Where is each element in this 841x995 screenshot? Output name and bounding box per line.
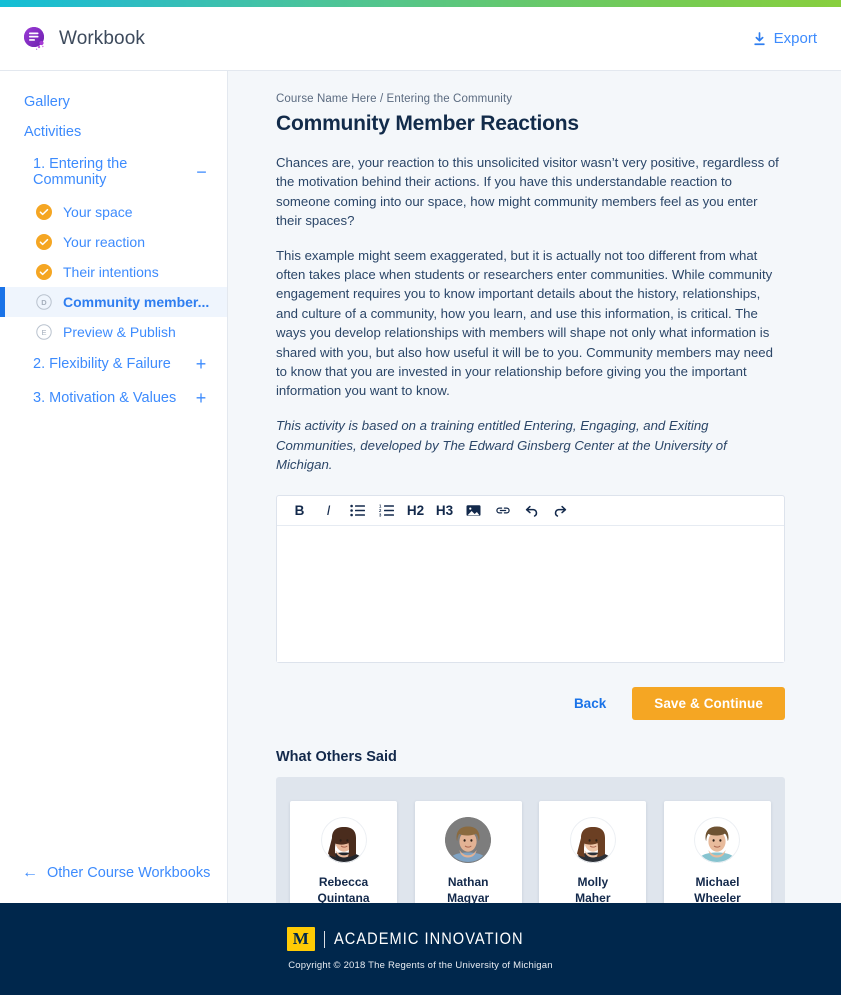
person-card[interactable]: MollyMaherUSA [539, 801, 647, 903]
action-row: Back Save & Continue [276, 687, 785, 721]
person-card[interactable]: RebeccaQuintanaUSA [290, 801, 397, 903]
sidebar-item-label: Their intentions [63, 264, 159, 280]
rich-text-editor: B I 1 2 3 H2 H3 [276, 495, 785, 664]
sidebar-item-your-reaction[interactable]: Your reaction [0, 227, 227, 257]
save-and-continue-button[interactable]: Save & Continue [632, 687, 785, 721]
person-name: Rebecca Quintana [317, 875, 370, 903]
sidebar-item-label: Preview & Publish [63, 324, 176, 340]
sidebar-item-label: Your reaction [63, 234, 145, 250]
sidebar-group-1[interactable]: 1. Entering the Community − [0, 147, 227, 197]
app-footer: M ACADEMIC INNOVATION Copyright © 2018 T… [0, 903, 841, 995]
avatar [694, 817, 741, 864]
sidebar: Gallery Activities 1. Entering the Commu… [0, 71, 228, 903]
svg-text:3: 3 [379, 513, 382, 517]
sidebar-item-activities[interactable]: Activities [0, 117, 227, 147]
avatar [445, 817, 492, 864]
sidebar-item-label: Community member... [63, 294, 210, 310]
person-name: Molly Maher [575, 875, 611, 903]
page-title: Community Member Reactions [276, 112, 579, 135]
letter-circle-icon: D [36, 294, 52, 310]
editor-toolbar: B I 1 2 3 H2 H3 [277, 496, 784, 527]
check-circle-icon [36, 264, 52, 280]
sidebar-item-preview-publish[interactable]: E Preview & Publish [0, 317, 227, 347]
plus-icon[interactable]: + [193, 389, 209, 407]
svg-text:E: E [41, 328, 46, 337]
minus-icon[interactable]: − [194, 163, 209, 181]
heading-3-icon[interactable]: H3 [430, 498, 459, 524]
italic-icon[interactable]: I [314, 498, 343, 524]
other-course-workbooks-link[interactable]: ← Other Course Workbooks [0, 855, 227, 903]
sidebar-group-label: 3. Motivation & Values [33, 390, 177, 406]
plus-icon[interactable]: + [193, 355, 209, 373]
top-gradient-bar [0, 0, 841, 7]
link-icon[interactable] [488, 498, 517, 524]
body-paragraph-3-attribution: This activity is based on a training ent… [276, 417, 727, 473]
svg-text:D: D [41, 298, 47, 307]
export-label: Export [773, 30, 817, 47]
bold-icon[interactable]: B [285, 498, 314, 524]
app-header: Workbook Export [0, 7, 841, 71]
letter-circle-icon: E [36, 324, 52, 340]
sidebar-group-3[interactable]: 3. Motivation & Values + [0, 381, 227, 415]
copyright-text: Copyright © 2018 The Regents of the Univ… [288, 960, 553, 971]
sidebar-group-2[interactable]: 2. Flexibility & Failure + [0, 347, 227, 381]
brand[interactable]: Workbook [22, 26, 145, 52]
arrow-left-icon: ← [22, 864, 38, 881]
avatar [569, 817, 616, 864]
check-circle-icon [36, 204, 52, 220]
main-content: Course Name Here / Entering the Communit… [228, 71, 841, 903]
what-others-said-panel: RebeccaQuintanaUSANathanMagyarUSAMollyMa… [276, 777, 785, 903]
umich-block-m-icon: M [286, 927, 315, 951]
what-others-said-heading: What Others Said [276, 749, 397, 766]
sidebar-item-label: Your space [63, 204, 133, 220]
check-circle-icon [36, 234, 52, 250]
breadcrumb: Course Name Here / Entering the Communit… [276, 93, 513, 105]
person-card-list: RebeccaQuintanaUSANathanMagyarUSAMollyMa… [290, 801, 771, 903]
back-button[interactable]: Back [568, 692, 612, 715]
header-actions: Export [753, 30, 817, 47]
download-icon [753, 31, 766, 46]
sidebar-item-community-member[interactable]: D Community member... [0, 287, 227, 317]
bullet-list-icon[interactable] [343, 498, 372, 524]
body-paragraph-1: Chances are, your reaction to this unsol… [276, 155, 779, 229]
response-textarea[interactable] [277, 526, 784, 663]
sidebar-item-their-intentions[interactable]: Their intentions [0, 257, 227, 287]
app-root: Workbook Export Gallery Activities 1. En… [0, 0, 841, 995]
avatar [320, 817, 367, 864]
numbered-list-icon[interactable]: 123 [372, 498, 401, 524]
other-course-workbooks-label: Other Course Workbooks [47, 865, 211, 881]
sidebar-group-label: 1. Entering the Community [33, 156, 128, 188]
workbook-bubble-logo-icon [22, 26, 48, 52]
redo-icon[interactable] [546, 498, 575, 524]
sidebar-group-label: 2. Flexibility & Failure [33, 356, 171, 372]
person-name: Nathan Magyar [447, 875, 490, 903]
brand-title: Workbook [59, 27, 145, 49]
undo-icon[interactable] [517, 498, 546, 524]
sidebar-item-your-space[interactable]: Your space [0, 197, 227, 227]
person-card[interactable]: MichaelWheelerUSA [663, 801, 771, 903]
image-icon[interactable] [459, 498, 488, 524]
sidebar-item-gallery[interactable]: Gallery [0, 87, 227, 117]
sidebar-groups: 1. Entering the Community − Your space Your… [0, 147, 227, 415]
person-name: Michael Wheeler [694, 875, 741, 903]
body-paragraph-2: This example might seem exaggerated, but… [276, 247, 773, 399]
academic-innovation-label: ACADEMIC INNOVATION [333, 929, 524, 948]
umich-academic-innovation-logo: M ACADEMIC INNOVATION [286, 927, 555, 951]
body: Gallery Activities 1. Entering the Commu… [0, 71, 841, 903]
export-button[interactable]: Export [753, 30, 817, 47]
heading-2-icon[interactable]: H2 [401, 498, 430, 524]
person-card[interactable]: NathanMagyarUSA [414, 801, 522, 903]
logo-divider [323, 930, 325, 948]
